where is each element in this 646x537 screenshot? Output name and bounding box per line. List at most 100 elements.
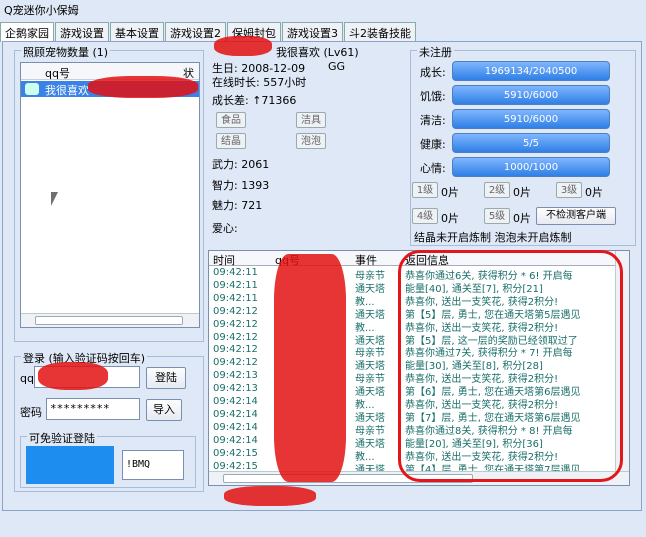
captcha-image <box>26 446 114 484</box>
log-col-time[interactable]: 时间 <box>213 252 235 268</box>
tab-home[interactable]: 企鹅家园 <box>0 22 54 42</box>
pet-list-hscroll[interactable] <box>21 313 199 327</box>
level5-button[interactable]: 5级 <box>484 208 510 224</box>
log-row[interactable]: 09:42:11 教... 恭喜你, 送出一支笑花, 获得2积分! <box>209 293 615 306</box>
log-row[interactable]: 09:42:11 通天塔 能量[40], 通关至[7], 积分[21] <box>209 280 615 293</box>
health-label: 健康: <box>420 138 446 151</box>
level1-button[interactable]: 1级 <box>412 182 438 198</box>
crystal-button[interactable]: 结晶 <box>216 133 246 149</box>
clean-label: 清洁: <box>420 114 446 127</box>
log-row[interactable]: 09:42:14 通天塔 能量[20], 通关至[9], 积分[36] <box>209 435 615 448</box>
log-time: 09:42:13 <box>213 383 258 395</box>
log-row[interactable]: 09:42:12 母亲节 恭喜你通过7关, 获得积分 * 7! 开启每 <box>209 344 615 357</box>
pet-list-hscroll-thumb[interactable] <box>35 316 183 325</box>
level3-button[interactable]: 3级 <box>556 182 582 198</box>
log-time: 09:42:15 <box>213 447 258 459</box>
log-col-message[interactable]: 返回信息 <box>405 252 449 268</box>
no-check-client-button[interactable]: 不检测客户端 <box>536 207 616 225</box>
log-event: 通天塔 <box>355 283 385 293</box>
tab-basic-settings[interactable]: 基本设置 <box>110 22 164 41</box>
log-vscroll[interactable] <box>615 251 629 471</box>
redaction-scribble <box>214 36 272 56</box>
log-event: 教... <box>355 451 375 461</box>
bubble-button[interactable]: 泡泡 <box>296 133 326 149</box>
refine-status-note: 结晶未开启炼制 泡泡未开启炼制 <box>414 231 572 244</box>
log-message: 第【6】层, 勇士, 您在通天塔第6层遇见 <box>405 387 581 397</box>
event-log[interactable]: 时间 qq号 事件 返回信息 09:42:11 母亲节 恭喜你通过6关, 获得积分 … <box>208 250 630 486</box>
pet-growth-diff: 成长差: ↑71366 <box>212 94 297 107</box>
log-event: 通天塔 <box>355 387 385 397</box>
log-hscroll-thumb[interactable] <box>223 474 473 483</box>
col-qq-header[interactable]: qq号 <box>45 65 70 81</box>
growth-label: 成长: <box>420 66 446 79</box>
log-time: 09:42:12 <box>213 344 258 356</box>
log-message: 恭喜你, 送出一支笑花, 获得2积分! <box>405 400 559 409</box>
log-row[interactable]: 09:42:12 通天塔 第【5】层, 勇士, 您在通天塔第5层遇见 <box>209 306 615 319</box>
log-event: 教... <box>355 296 375 306</box>
log-row[interactable]: 09:42:14 教... 恭喜你, 送出一支笑花, 获得2积分! <box>209 396 615 409</box>
window-title: Q宠迷你小保姆 <box>0 0 646 20</box>
log-message: 恭喜你通过8关, 获得积分 * 8! 开启每 <box>405 425 573 435</box>
pet-online-time: 在线时长: 557小时 <box>212 76 307 89</box>
log-event: 教... <box>355 322 375 332</box>
log-event: 通天塔 <box>355 309 385 319</box>
tab-game-settings-3[interactable]: 游戏设置3 <box>282 22 343 41</box>
log-header: 时间 qq号 事件 返回信息 <box>209 251 629 268</box>
log-time: 09:42:12 <box>213 331 258 343</box>
log-row[interactable]: 09:42:14 通天塔 第【7】层, 勇士, 您在通天塔第6层遇见 <box>209 409 615 422</box>
log-hscroll[interactable] <box>209 471 629 485</box>
log-message: 恭喜你通过7关, 获得积分 * 7! 开启每 <box>405 348 573 358</box>
tab-game-settings-2[interactable]: 游戏设置2 <box>165 22 226 41</box>
log-message: 能量[20], 通关至[9], 积分[36] <box>405 438 543 448</box>
log-event: 母亲节 <box>355 348 385 358</box>
hunger-label: 饥饿: <box>420 90 446 103</box>
log-time: 09:42:13 <box>213 370 258 382</box>
tool-button[interactable]: 洁具 <box>296 112 326 128</box>
login-button[interactable]: 登陆 <box>146 367 186 389</box>
food-button[interactable]: 食品 <box>216 112 246 128</box>
level4-button[interactable]: 4级 <box>412 208 438 224</box>
log-event: 教... <box>355 400 375 409</box>
level2-button[interactable]: 2级 <box>484 182 510 198</box>
log-event: 母亲节 <box>355 425 385 435</box>
pet-listbox[interactable]: qq号 状 我很喜欢 <box>20 62 200 328</box>
level2-count: 0片 <box>513 186 531 199</box>
clean-bar: 5910/6000 <box>452 109 610 129</box>
log-row[interactable]: 09:42:15 教... 恭喜你, 送出一支笑花, 获得2积分! <box>209 448 615 461</box>
log-col-event[interactable]: 事件 <box>355 252 377 268</box>
log-time: 09:42:14 <box>213 434 258 446</box>
redaction-scribble <box>274 254 346 482</box>
log-row[interactable]: 09:42:12 通天塔 能量[30], 通关至[8], 积分[28] <box>209 357 615 370</box>
log-message: 能量[30], 通关至[8], 积分[28] <box>405 361 543 371</box>
log-event: 通天塔 <box>355 361 385 371</box>
log-row[interactable]: 09:42:13 通天塔 第【6】层, 勇士, 您在通天塔第6层遇见 <box>209 383 615 396</box>
pet-love: 爱心: <box>212 222 238 235</box>
log-time: 09:42:12 <box>213 318 258 330</box>
pet-intelligence: 智力: 1393 <box>212 179 270 192</box>
log-time: 09:42:12 <box>213 305 258 317</box>
log-row[interactable]: 09:42:14 母亲节 恭喜你通过8关, 获得积分 * 8! 开启每 <box>209 422 615 435</box>
log-row[interactable]: 09:42:11 母亲节 恭喜你通过6关, 获得积分 * 6! 开启每 <box>209 267 615 280</box>
log-row[interactable]: 09:42:12 通天塔 第【5】层, 这一层的奖励已经领取过了 <box>209 332 615 345</box>
mood-bar: 1000/1000 <box>452 157 610 177</box>
log-message: 第【5】层, 勇士, 您在通天塔第5层遇见 <box>405 309 581 319</box>
pet-list-title: 照顾宠物数量 (1) <box>21 44 111 60</box>
pet-charm: 魅力: 721 <box>212 199 263 212</box>
log-message: 恭喜你通过6关, 获得积分 * 6! 开启每 <box>405 271 573 280</box>
level5-count: 0片 <box>513 212 531 225</box>
log-time: 09:42:14 <box>213 408 258 420</box>
password-input[interactable]: ********* <box>46 398 140 420</box>
import-button[interactable]: 导入 <box>146 399 182 421</box>
qq-label: qq <box>20 372 34 385</box>
log-time: 09:42:15 <box>213 460 258 472</box>
tab-equipment-skills[interactable]: 斗2装备技能 <box>344 22 416 41</box>
captcha-input[interactable]: !BMQ <box>122 450 184 480</box>
pet-row-name: 我很喜欢 <box>45 84 89 97</box>
tab-game-settings[interactable]: 游戏设置 <box>55 22 109 41</box>
log-event: 母亲节 <box>355 374 385 384</box>
password-label: 密码 <box>20 406 42 419</box>
mouse-cursor-icon <box>51 192 65 206</box>
log-time: 09:42:11 <box>213 267 258 278</box>
log-row[interactable]: 09:42:13 母亲节 恭喜你, 送出一支笑花, 获得2积分! <box>209 370 615 383</box>
log-row[interactable]: 09:42:12 教... 恭喜你, 送出一支笑花, 获得2积分! <box>209 319 615 332</box>
